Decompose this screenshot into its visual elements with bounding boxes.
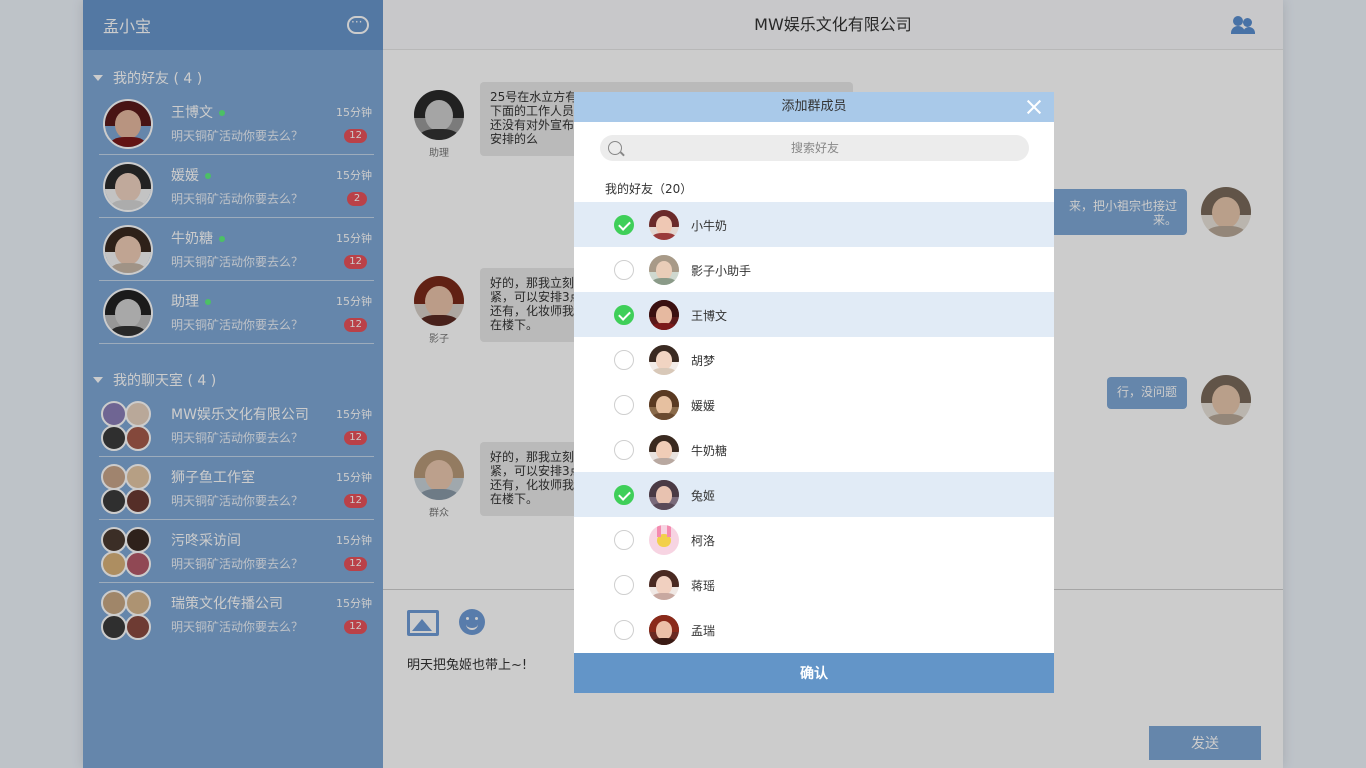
friend-row[interactable]: 胡梦 bbox=[574, 337, 1054, 382]
friend-name: 小牛奶 bbox=[691, 219, 728, 233]
checkbox-checked[interactable] bbox=[614, 215, 634, 235]
search-input[interactable] bbox=[630, 135, 1000, 161]
avatar bbox=[649, 345, 679, 375]
friend-name: 影子小助手 bbox=[691, 264, 752, 278]
checkbox[interactable] bbox=[614, 620, 634, 640]
avatar bbox=[649, 210, 679, 240]
confirm-button[interactable]: 确认 bbox=[574, 653, 1054, 693]
avatar bbox=[649, 525, 679, 555]
friend-row[interactable]: 牛奶糖 bbox=[574, 427, 1054, 472]
friend-name: 胡梦 bbox=[691, 354, 716, 368]
friends-count-label: 我的好友（20） bbox=[605, 182, 693, 196]
friend-name: 兔姬 bbox=[691, 489, 716, 503]
checkbox[interactable] bbox=[614, 260, 634, 280]
avatar bbox=[649, 570, 679, 600]
friend-row[interactable]: 兔姬 bbox=[574, 472, 1054, 517]
friend-list: 小牛奶 影子小助手 王博文 胡梦 媛媛 牛奶糖 兔姬 柯洛 蒋瑶 孟瑞 bbox=[574, 202, 1054, 652]
add-members-dialog: 添加群成员 我的好友（20） 小牛奶 影子小助手 王博文 胡梦 bbox=[574, 92, 1054, 693]
checkbox[interactable] bbox=[614, 575, 634, 595]
checkbox[interactable] bbox=[614, 350, 634, 370]
friend-row[interactable]: 小牛奶 bbox=[574, 202, 1054, 247]
avatar bbox=[649, 255, 679, 285]
friend-name: 蒋瑶 bbox=[691, 579, 716, 593]
checkbox[interactable] bbox=[614, 395, 634, 415]
friend-name: 柯洛 bbox=[691, 534, 716, 548]
close-icon[interactable] bbox=[1026, 99, 1042, 115]
checkbox[interactable] bbox=[614, 440, 634, 460]
checkbox[interactable] bbox=[614, 530, 634, 550]
search-icon bbox=[608, 141, 622, 155]
avatar bbox=[649, 435, 679, 465]
friend-row[interactable]: 蒋瑶 bbox=[574, 562, 1054, 607]
checkbox-checked[interactable] bbox=[614, 485, 634, 505]
friend-row[interactable]: 柯洛 bbox=[574, 517, 1054, 562]
search-box bbox=[600, 135, 1029, 161]
friend-name: 牛奶糖 bbox=[691, 444, 728, 458]
friend-name: 媛媛 bbox=[691, 399, 716, 413]
friend-row[interactable]: 王博文 bbox=[574, 292, 1054, 337]
dialog-title: 添加群成员 bbox=[781, 99, 847, 114]
avatar bbox=[649, 615, 679, 645]
friend-row[interactable]: 孟瑞 bbox=[574, 607, 1054, 652]
friend-name: 王博文 bbox=[691, 309, 728, 323]
avatar bbox=[649, 480, 679, 510]
friend-row[interactable]: 媛媛 bbox=[574, 382, 1054, 427]
checkbox-checked[interactable] bbox=[614, 305, 634, 325]
avatar bbox=[649, 390, 679, 420]
avatar bbox=[649, 300, 679, 330]
friend-name: 孟瑞 bbox=[691, 624, 716, 638]
friend-row[interactable]: 影子小助手 bbox=[574, 247, 1054, 292]
dialog-header: 添加群成员 bbox=[574, 92, 1054, 122]
